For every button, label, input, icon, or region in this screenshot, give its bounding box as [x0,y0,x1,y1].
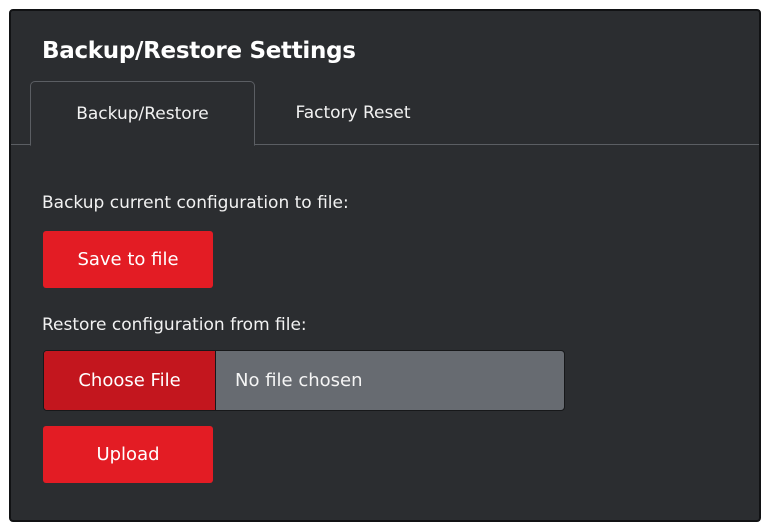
tab-factory-reset[interactable]: Factory Reset [255,81,451,145]
tab-backup-restore[interactable]: Backup/Restore [30,81,255,146]
panel-title: Backup/Restore Settings [42,38,356,64]
upload-button[interactable]: Upload [43,426,213,483]
file-input[interactable]: Choose File No file chosen [43,350,565,411]
backup-label: Backup current configuration to file: [42,193,349,213]
restore-label: Restore configuration from file: [42,315,307,335]
file-status-text: No file chosen [235,370,363,391]
backup-restore-panel: Backup/Restore Settings Backup/Restore F… [9,9,761,522]
save-to-file-button[interactable]: Save to file [43,231,213,288]
tab-bar: Backup/Restore Factory Reset [11,81,759,146]
choose-file-button[interactable]: Choose File [44,351,216,410]
